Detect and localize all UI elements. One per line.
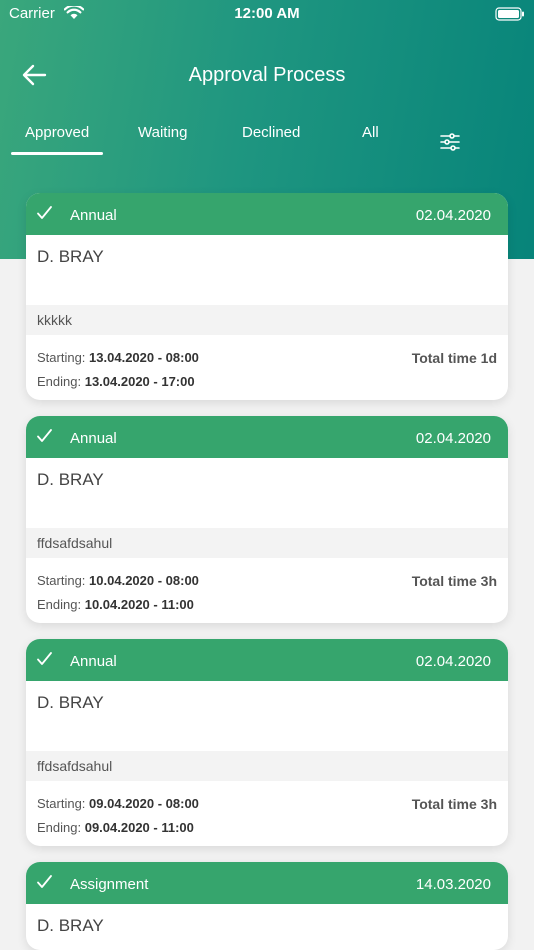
starting-row: Starting: 13.04.2020 - 08:00 (37, 350, 199, 365)
check-icon (37, 652, 52, 665)
total-time: Total time 3h (411, 796, 497, 812)
total-time: Total time 3h (411, 573, 497, 589)
tab-waiting[interactable]: Waiting (138, 124, 187, 141)
starting-value: 13.04.2020 - 08:00 (89, 350, 199, 365)
battery-icon (495, 7, 524, 21)
request-type: Annual (70, 653, 117, 670)
starting-label: Starting: (37, 350, 86, 365)
ending-row: Ending: 09.04.2020 - 11:00 (37, 820, 194, 835)
request-card[interactable]: Annual 02.04.2020 D. BRAY ffdsafdsahul S… (26, 639, 508, 846)
card-header: Assignment 14.03.2020 (26, 862, 508, 904)
starting-row: Starting: 09.04.2020 - 08:00 (37, 796, 199, 811)
card-header: Annual 02.04.2020 (26, 193, 508, 235)
ending-label: Ending: (37, 374, 82, 389)
ending-value: 09.04.2020 - 11:00 (84, 820, 194, 835)
request-type: Assignment (70, 876, 149, 893)
request-card[interactable]: Annual 02.04.2020 D. BRAY kkkkk Starting… (26, 193, 508, 400)
request-date: 02.04.2020 (415, 653, 491, 670)
starting-row: Starting: 10.04.2020 - 08:00 (37, 573, 199, 588)
starting-value: 10.04.2020 - 08:00 (89, 573, 199, 588)
ending-row: Ending: 10.04.2020 - 11:00 (37, 597, 194, 612)
request-note: ffdsafdsahul (26, 528, 508, 558)
request-note: kkkkk (26, 305, 508, 335)
request-note: ffdsafdsahul (26, 751, 508, 781)
note-text: ffdsafdsahul (37, 535, 113, 551)
note-text: ffdsafdsahul (37, 758, 113, 774)
check-icon (37, 206, 52, 219)
starting-value: 09.04.2020 - 08:00 (89, 796, 199, 811)
request-date: 02.04.2020 (415, 207, 491, 224)
check-icon (37, 875, 52, 888)
ending-label: Ending: (37, 820, 82, 835)
employee-name: D. BRAY (37, 247, 104, 266)
card-header: Annual 02.04.2020 (26, 639, 508, 681)
request-card[interactable]: Assignment 14.03.2020 D. BRAY (26, 862, 508, 950)
employee-name: D. BRAY (37, 916, 104, 935)
ending-value: 13.04.2020 - 17:00 (84, 374, 195, 389)
starting-label: Starting: (37, 796, 86, 811)
status-time: 12:00 AM (234, 5, 300, 22)
total-time: Total time 1d (411, 350, 497, 366)
ending-value: 10.04.2020 - 11:00 (84, 597, 194, 612)
request-type: Annual (70, 207, 117, 224)
note-text: kkkkk (37, 312, 72, 328)
status-bar: Carrier 12:00 AM (0, 0, 534, 28)
check-icon (37, 429, 52, 442)
tab-declined[interactable]: Declined (242, 124, 300, 141)
request-date: 14.03.2020 (415, 876, 491, 893)
request-type: Annual (70, 430, 117, 447)
tab-all[interactable]: All (362, 124, 379, 141)
ending-label: Ending: (37, 597, 82, 612)
ending-row: Ending: 13.04.2020 - 17:00 (37, 374, 195, 389)
tab-approved[interactable]: Approved (10, 124, 104, 155)
employee-name: D. BRAY (37, 693, 104, 712)
page-title: Approval Process (188, 64, 346, 86)
employee-name: D. BRAY (37, 470, 104, 489)
request-date: 02.04.2020 (415, 430, 491, 447)
request-card[interactable]: Annual 02.04.2020 D. BRAY ffdsafdsahul S… (26, 416, 508, 623)
card-header: Annual 02.04.2020 (26, 416, 508, 458)
filter-sliders-icon[interactable] (440, 132, 460, 152)
starting-label: Starting: (37, 573, 86, 588)
